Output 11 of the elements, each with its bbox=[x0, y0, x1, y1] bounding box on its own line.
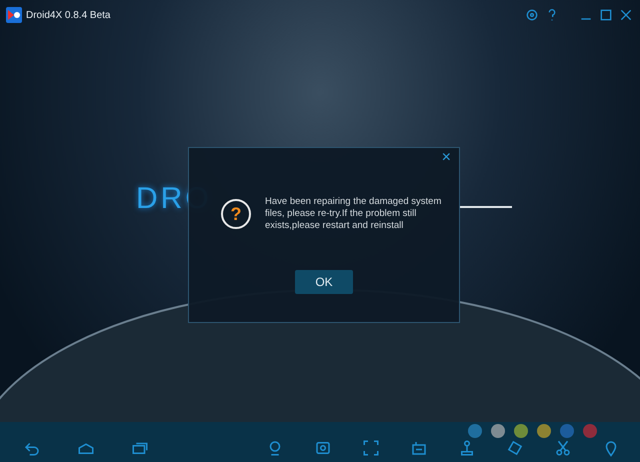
window-title: Droid4X 0.8.4 Beta bbox=[26, 10, 110, 20]
logo-text: DRO bbox=[136, 184, 212, 214]
settings-icon[interactable] bbox=[524, 7, 540, 23]
ok-button[interactable]: OK bbox=[295, 270, 353, 294]
dialog-message: Have been repairing the damaged system files, please re-try.If the problem still exists,please restart and reinstall bbox=[265, 196, 442, 232]
close-button[interactable]: × bbox=[442, 150, 451, 166]
app-logo-icon bbox=[6, 7, 22, 23]
maximize-icon[interactable] bbox=[598, 7, 614, 23]
question-icon: ? bbox=[221, 199, 251, 229]
progress-line bbox=[460, 206, 512, 208]
close-icon[interactable] bbox=[618, 7, 634, 23]
